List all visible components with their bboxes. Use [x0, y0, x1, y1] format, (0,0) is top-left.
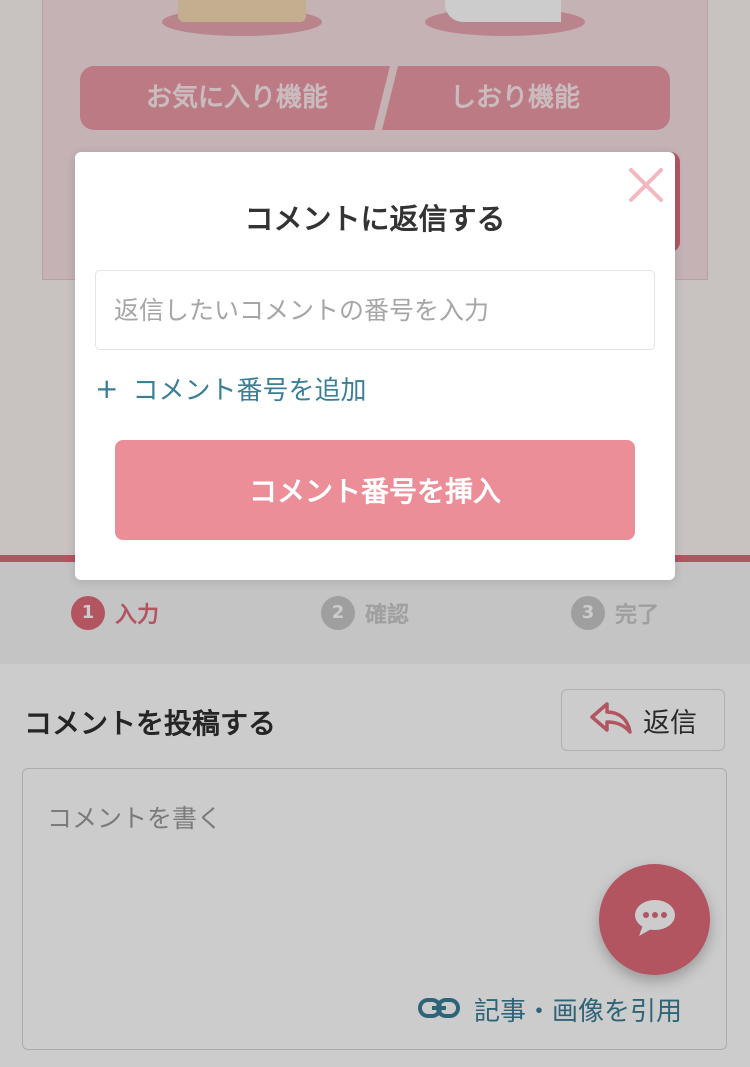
- comment-number-input[interactable]: [95, 270, 655, 350]
- reply-modal: コメントに返信する + コメント番号を追加 コメント番号を挿入: [75, 152, 675, 580]
- modal-title: コメントに返信する: [244, 202, 506, 236]
- add-comment-number-link[interactable]: + コメント番号を追加: [95, 370, 366, 407]
- plus-icon: +: [95, 372, 119, 405]
- insert-comment-number-button[interactable]: コメント番号を挿入: [115, 440, 635, 540]
- add-comment-number-label: コメント番号を追加: [132, 376, 367, 406]
